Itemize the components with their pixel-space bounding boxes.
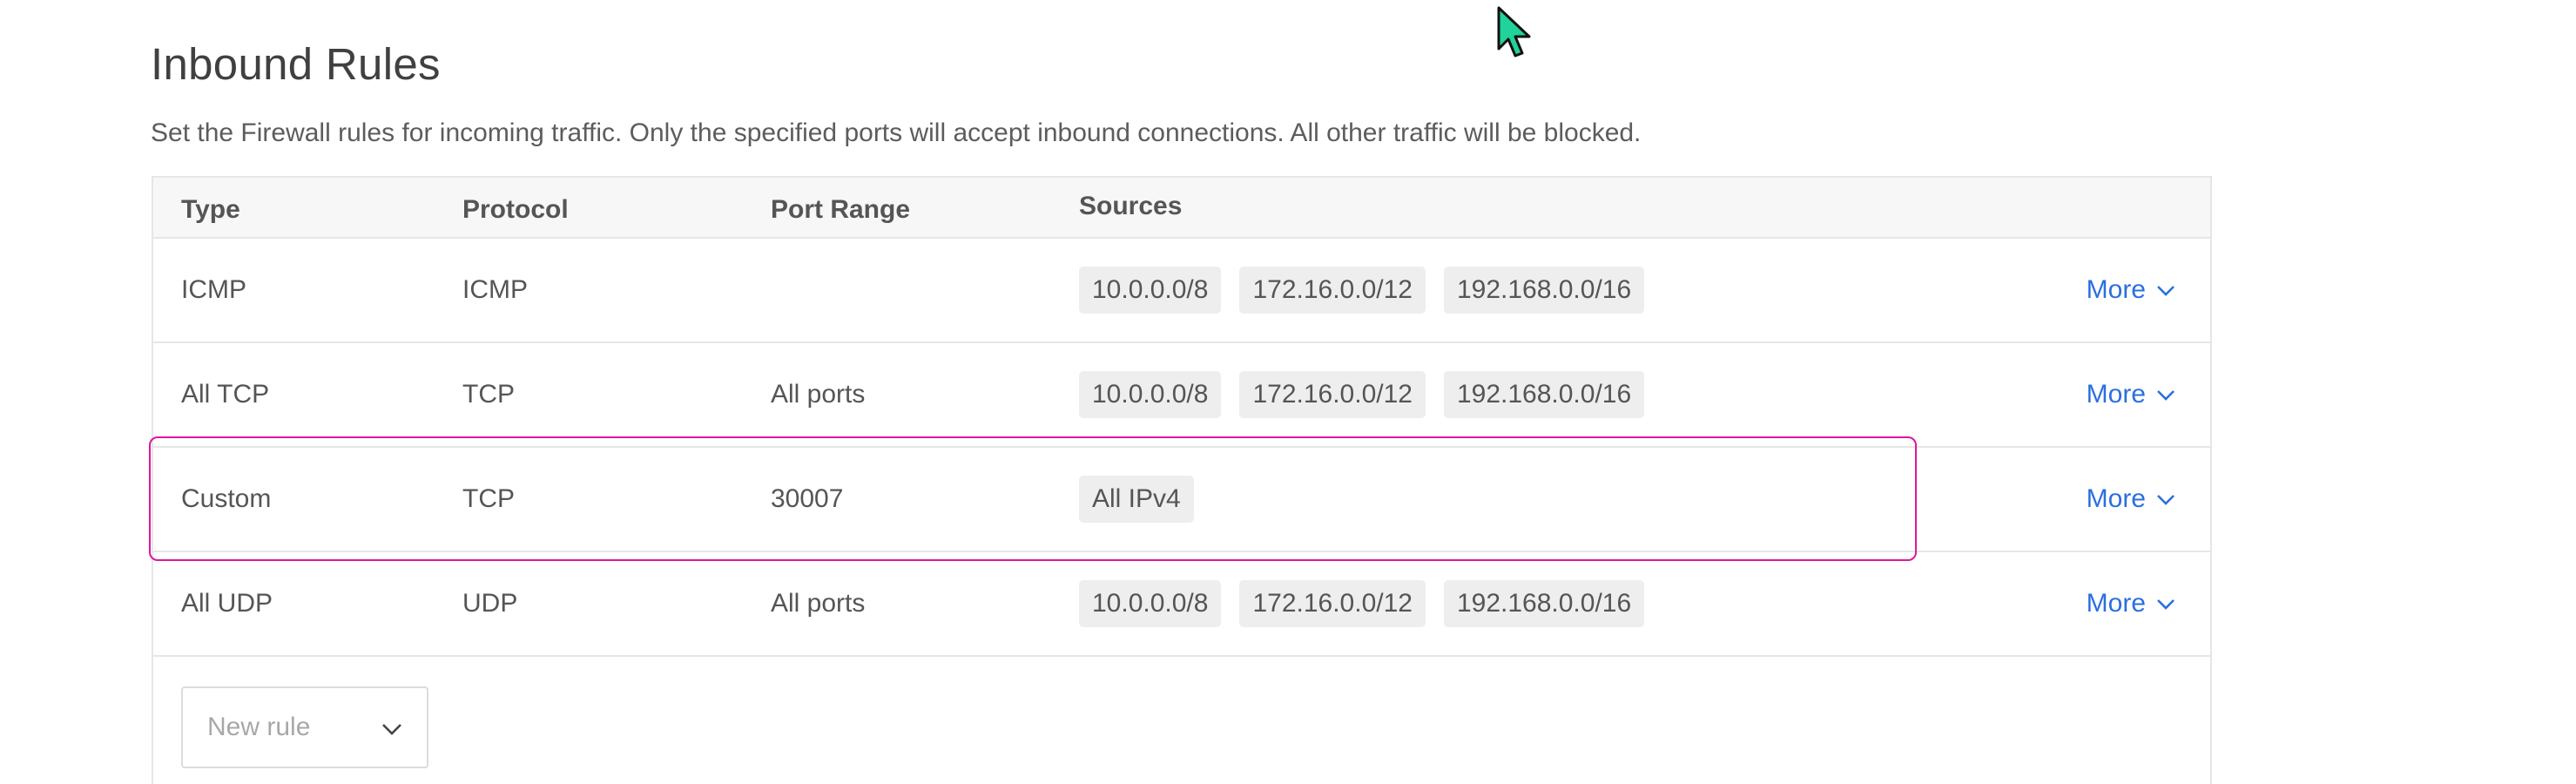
rule-sources: 10.0.0.0/8 172.16.0.0/12 192.168.0.0/16 [1079, 343, 1645, 446]
more-button[interactable]: More [2087, 552, 2177, 655]
rule-type: Custom [181, 484, 272, 513]
rule-protocol: UDP [462, 589, 518, 618]
more-label: More [2086, 589, 2146, 618]
more-button[interactable]: More [2087, 343, 2177, 446]
new-rule-select[interactable]: New rule [181, 686, 428, 768]
rule-type: All UDP [181, 589, 273, 618]
source-chip: All IPv4 [1079, 476, 1194, 523]
rule-sources: 10.0.0.0/8 172.16.0.0/12 192.168.0.0/16 [1079, 239, 1645, 341]
header-type: Type [181, 195, 240, 224]
rule-port-range: All ports [771, 589, 866, 618]
source-chip: 172.16.0.0/12 [1239, 580, 1426, 627]
source-chip: 192.168.0.0/16 [1443, 371, 1645, 418]
source-chip: 172.16.0.0/12 [1239, 371, 1426, 418]
header-sources: Sources [1079, 192, 1183, 220]
table-row: All TCP TCP All ports 10.0.0.0/8 172.16.… [153, 343, 2210, 448]
source-chip: 172.16.0.0/12 [1239, 267, 1426, 314]
mouse-pointer-icon [1497, 6, 1531, 57]
chevron-down-icon [2157, 599, 2175, 610]
table-row: ICMP ICMP 10.0.0.0/8 172.16.0.0/12 192.1… [153, 239, 2210, 343]
page-title: Inbound Rules [151, 39, 441, 89]
page: Inbound Rules Set the Firewall rules for… [0, 0, 2576, 784]
rule-port-range: 30007 [771, 484, 844, 513]
header-protocol: Protocol [462, 195, 569, 224]
source-chip: 192.168.0.0/16 [1443, 580, 1645, 627]
rule-port-range: All ports [771, 380, 866, 409]
chevron-down-icon [2157, 495, 2175, 505]
source-chip: 10.0.0.0/8 [1079, 371, 1222, 418]
rule-protocol: TCP [462, 484, 515, 513]
rule-protocol: TCP [462, 380, 515, 409]
chevron-down-icon [2157, 390, 2175, 401]
rule-type: ICMP [181, 275, 246, 304]
chevron-down-icon [2157, 286, 2175, 296]
inbound-rules-table: Type Protocol Port Range Sources ICMP IC… [152, 176, 2212, 784]
more-label: More [2086, 484, 2146, 513]
table-header: Type Protocol Port Range Sources [153, 178, 2210, 239]
new-rule-placeholder: New rule [207, 713, 311, 741]
more-label: More [2086, 380, 2146, 409]
chevron-down-icon [382, 724, 401, 735]
source-chip: 10.0.0.0/8 [1079, 580, 1222, 627]
source-chip: 10.0.0.0/8 [1079, 267, 1222, 314]
rule-sources: 10.0.0.0/8 172.16.0.0/12 192.168.0.0/16 [1079, 552, 1645, 655]
header-port-range: Port Range [771, 195, 911, 224]
table-row: Custom TCP 30007 All IPv4 More [153, 448, 2210, 552]
rule-sources: All IPv4 [1079, 448, 1194, 551]
page-description: Set the Firewall rules for incoming traf… [151, 118, 1642, 147]
rule-type: All TCP [181, 380, 270, 409]
table-row: All UDP UDP All ports 10.0.0.0/8 172.16.… [153, 552, 2210, 657]
more-button[interactable]: More [2087, 448, 2177, 551]
source-chip: 192.168.0.0/16 [1443, 267, 1645, 314]
rule-protocol: ICMP [462, 275, 528, 304]
more-label: More [2086, 275, 2146, 304]
more-button[interactable]: More [2087, 239, 2177, 341]
